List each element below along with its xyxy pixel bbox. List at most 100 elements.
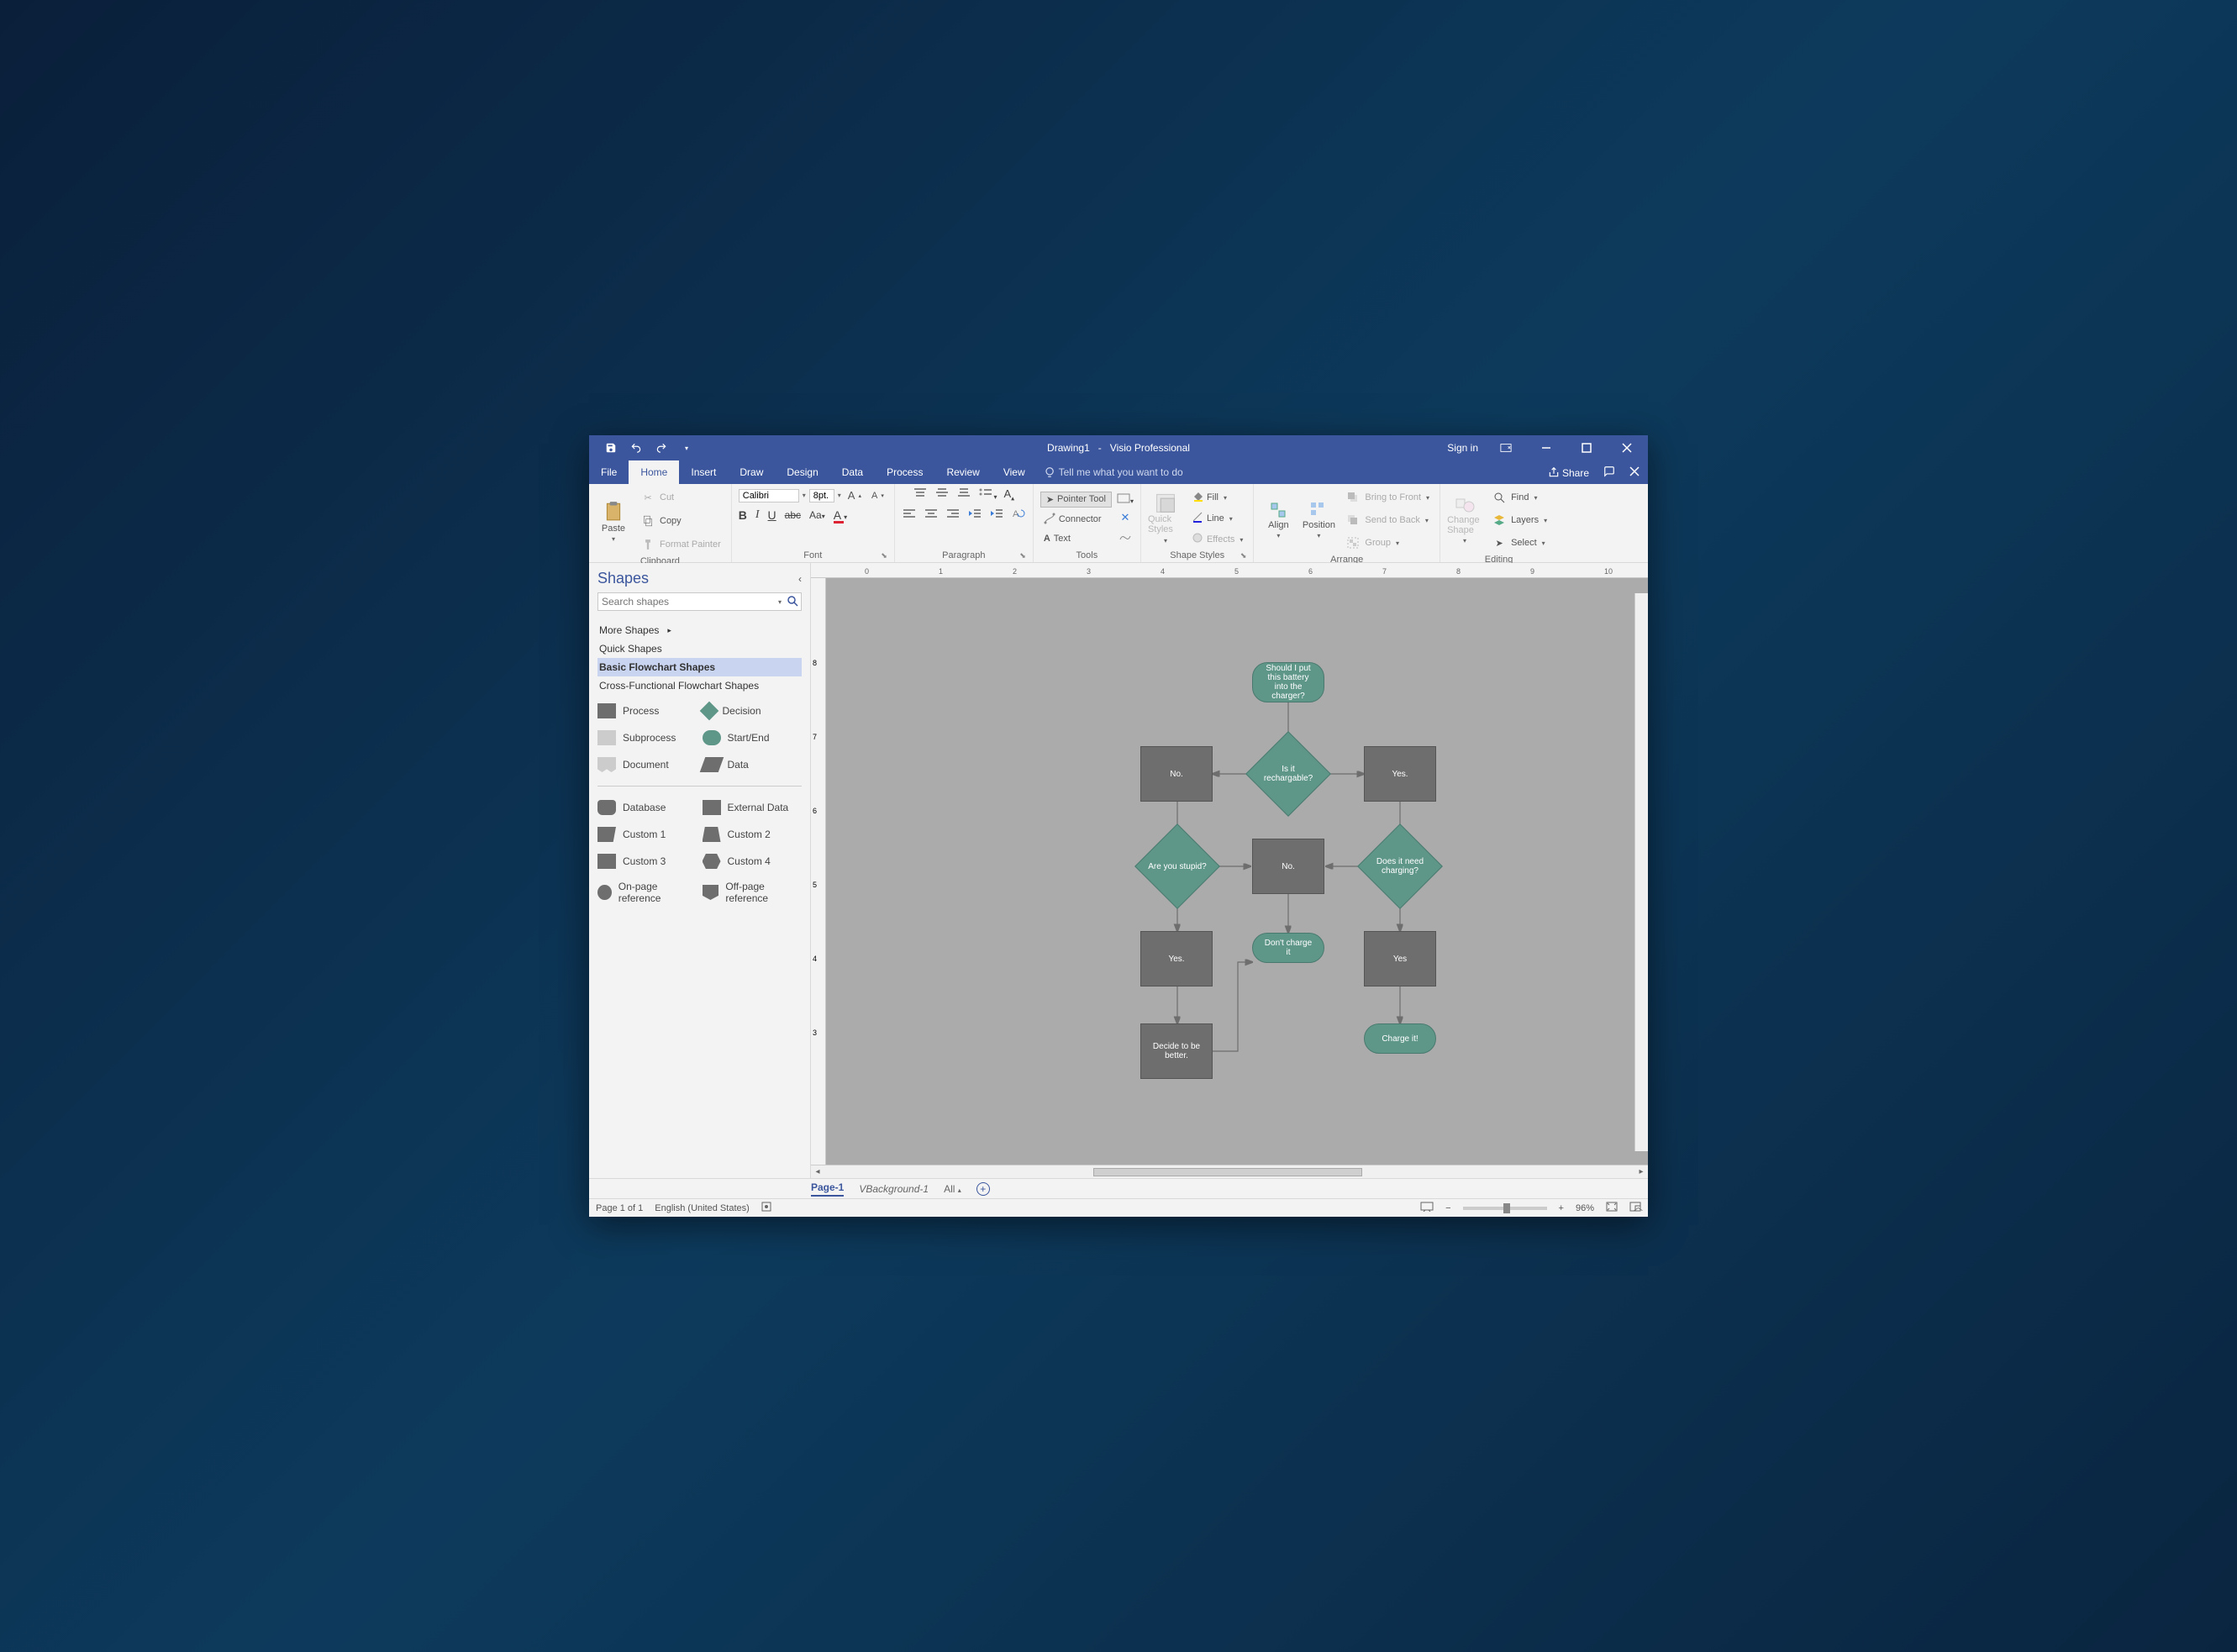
node-no-1[interactable]: No. xyxy=(1140,746,1213,802)
horizontal-scrollbar[interactable]: ◂ ▸ xyxy=(811,1165,1648,1178)
zoom-out-button[interactable]: − xyxy=(1445,1203,1450,1213)
effects-button[interactable]: Effects xyxy=(1188,530,1246,548)
close-pane-icon[interactable] xyxy=(1629,466,1640,479)
font-size-input[interactable] xyxy=(809,489,834,502)
decrease-font-icon[interactable]: A▾ xyxy=(868,489,887,502)
align-right-icon[interactable] xyxy=(945,508,961,522)
collapse-pane-icon[interactable]: ‹ xyxy=(798,573,802,585)
drawing-area[interactable]: Should I put this battery into the charg… xyxy=(826,578,1648,1165)
increase-font-icon[interactable]: A▴ xyxy=(845,487,865,503)
stencil-cross-functional[interactable]: Cross-Functional Flowchart Shapes xyxy=(597,676,802,695)
bullets-icon[interactable]: ▾ xyxy=(978,487,997,502)
presentation-mode-icon[interactable] xyxy=(1420,1202,1434,1214)
shape-document[interactable]: Document xyxy=(597,757,697,772)
tab-draw[interactable]: Draw xyxy=(728,460,775,484)
change-shape-button[interactable]: Change Shape xyxy=(1447,493,1482,547)
page-tab-vbackground[interactable]: VBackground-1 xyxy=(859,1183,929,1195)
ribbon-display-options-icon[interactable] xyxy=(1493,438,1519,458)
node-yes-bottom[interactable]: Yes. xyxy=(1140,931,1213,986)
find-button[interactable]: Find xyxy=(1487,487,1550,508)
stencil-basic-flowchart[interactable]: Basic Flowchart Shapes xyxy=(597,658,802,676)
scroll-right-icon[interactable]: ▸ xyxy=(1634,1167,1648,1176)
bold-button[interactable]: B xyxy=(739,508,747,522)
increase-indent-icon[interactable] xyxy=(989,508,1004,522)
dialog-launcher-icon[interactable]: ⬊ xyxy=(881,551,887,560)
align-bottom-icon[interactable] xyxy=(956,487,971,502)
zoom-level[interactable]: 96% xyxy=(1576,1203,1594,1213)
font-color-button[interactable]: A▾ xyxy=(834,508,847,522)
node-yes-1[interactable]: Yes. xyxy=(1364,746,1436,802)
node-decision-rechargeable[interactable]: Is it rechargable? xyxy=(1258,744,1319,804)
shape-data[interactable]: Data xyxy=(703,757,803,772)
tab-design[interactable]: Design xyxy=(775,460,829,484)
vertical-scrollbar[interactable] xyxy=(1634,593,1648,1151)
stencil-quick-shapes[interactable]: Quick Shapes xyxy=(597,639,802,658)
share-button[interactable]: Share xyxy=(1548,466,1589,479)
caret-down-icon[interactable]: ▾ xyxy=(776,598,784,606)
dialog-launcher-icon[interactable]: ⬊ xyxy=(1019,551,1026,560)
zoom-in-button[interactable]: + xyxy=(1559,1203,1564,1213)
save-icon[interactable] xyxy=(604,441,618,455)
line-button[interactable]: Line xyxy=(1188,509,1246,527)
copy-button[interactable]: Copy xyxy=(636,511,724,531)
node-no-2[interactable]: No. xyxy=(1252,839,1324,894)
position-button[interactable]: Position xyxy=(1301,493,1336,547)
bring-to-front-button[interactable]: Bring to Front xyxy=(1341,487,1433,508)
dialog-launcher-icon[interactable]: ⬊ xyxy=(1240,551,1247,560)
scroll-left-icon[interactable]: ◂ xyxy=(811,1167,824,1176)
format-painter-button[interactable]: Format Painter xyxy=(636,534,724,555)
add-page-button[interactable]: + xyxy=(976,1182,990,1196)
shape-custom1[interactable]: Custom 1 xyxy=(597,827,697,842)
macro-recorder-icon[interactable] xyxy=(761,1202,771,1214)
shape-start-end[interactable]: Start/End xyxy=(703,730,803,745)
underline-button[interactable]: U xyxy=(768,508,776,522)
rectangle-tool-icon[interactable]: ▾ xyxy=(1117,493,1134,506)
tab-insert[interactable]: Insert xyxy=(679,460,728,484)
redo-icon[interactable] xyxy=(655,441,668,455)
minimize-icon[interactable] xyxy=(1534,438,1559,458)
freeform-tool-icon[interactable] xyxy=(1118,529,1132,544)
node-decision-stupid[interactable]: Are you stupid? xyxy=(1147,836,1208,897)
delete-connector-icon[interactable]: ✕ xyxy=(1120,511,1129,524)
font-name-input[interactable] xyxy=(739,489,799,502)
pointer-tool-button[interactable]: ➤Pointer Tool xyxy=(1040,492,1112,508)
shape-database[interactable]: Database xyxy=(597,800,697,815)
qat-customize-icon[interactable]: ▾ xyxy=(680,441,693,455)
scroll-thumb[interactable] xyxy=(1093,1168,1362,1176)
italic-button[interactable]: I xyxy=(755,508,760,522)
tab-file[interactable]: File xyxy=(589,460,629,484)
shape-decision[interactable]: Decision xyxy=(703,703,803,718)
undo-icon[interactable] xyxy=(629,441,643,455)
page-tab-1[interactable]: Page-1 xyxy=(811,1181,844,1197)
shape-custom2[interactable]: Custom 2 xyxy=(703,827,803,842)
shape-process[interactable]: Process xyxy=(597,703,697,718)
send-to-back-button[interactable]: Send to Back xyxy=(1341,510,1433,530)
shape-offpage-ref[interactable]: Off-page reference xyxy=(703,881,803,904)
align-top-icon[interactable] xyxy=(913,487,928,502)
group-button[interactable]: Group xyxy=(1341,533,1433,553)
zoom-slider[interactable] xyxy=(1463,1207,1547,1210)
page-tab-all[interactable]: All ▴ xyxy=(944,1183,961,1195)
search-input[interactable] xyxy=(598,596,776,608)
tab-view[interactable]: View xyxy=(992,460,1037,484)
select-button[interactable]: ➤Select xyxy=(1487,533,1550,553)
maximize-icon[interactable] xyxy=(1574,438,1599,458)
tab-process[interactable]: Process xyxy=(875,460,934,484)
shape-onpage-ref[interactable]: On-page reference xyxy=(597,881,697,904)
quick-styles-button[interactable]: Quick Styles xyxy=(1148,492,1183,545)
cut-button[interactable]: ✂Cut xyxy=(636,487,724,508)
node-start[interactable]: Should I put this battery into the charg… xyxy=(1252,662,1324,702)
align-middle-icon[interactable] xyxy=(934,487,950,502)
shape-external-data[interactable]: External Data xyxy=(703,800,803,815)
tab-data[interactable]: Data xyxy=(830,460,875,484)
shape-custom3[interactable]: Custom 3 xyxy=(597,854,697,869)
node-decide-better[interactable]: Decide to be better. xyxy=(1140,1023,1213,1079)
shape-custom4[interactable]: Custom 4 xyxy=(703,854,803,869)
decrease-indent-icon[interactable] xyxy=(967,508,982,522)
page-indicator[interactable]: Page 1 of 1 xyxy=(596,1203,643,1213)
search-icon[interactable] xyxy=(784,595,801,609)
more-shapes-link[interactable]: More Shapes▸ xyxy=(597,621,802,639)
shapes-search[interactable]: ▾ xyxy=(597,592,802,611)
shape-subprocess[interactable]: Subprocess xyxy=(597,730,697,745)
text-size-icon[interactable]: A▴ xyxy=(1003,487,1014,502)
